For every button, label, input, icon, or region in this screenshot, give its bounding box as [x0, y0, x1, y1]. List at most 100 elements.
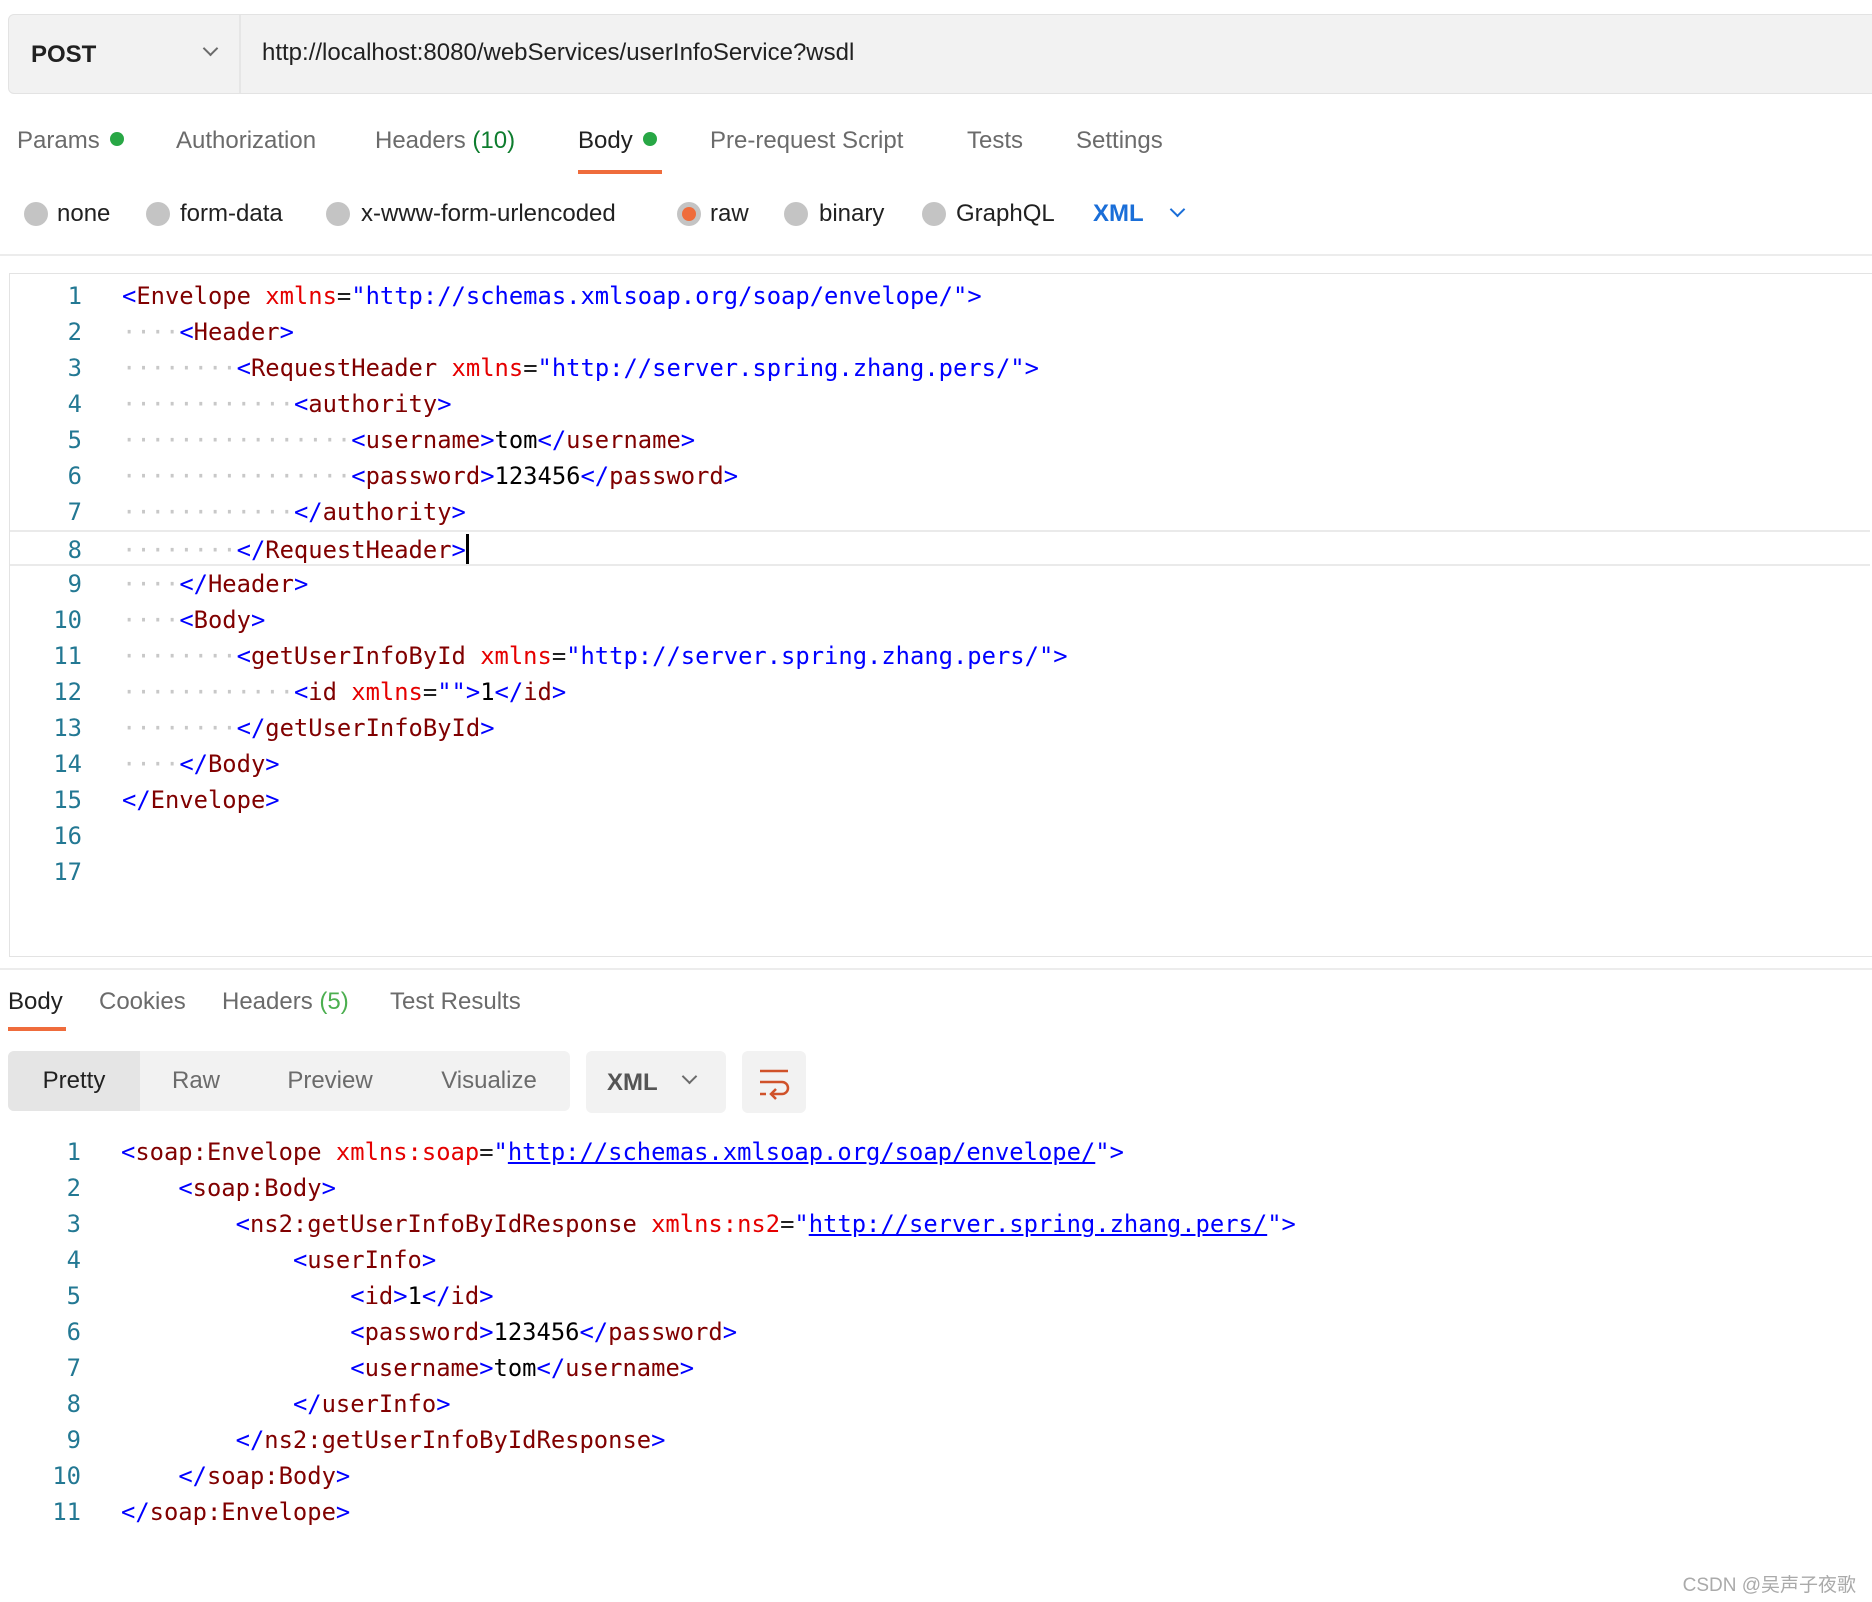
line-number: 9 — [66, 1426, 81, 1454]
view-pretty-button[interactable]: Pretty — [8, 1051, 140, 1111]
link[interactable]: http://schemas.xmlsoap.org/soap/envelope… — [508, 1138, 1095, 1166]
token: password — [609, 462, 724, 490]
tab-label: Test Results — [390, 988, 521, 1015]
line-number: 7 — [66, 1354, 81, 1382]
token: </ — [579, 1318, 609, 1346]
response-format-select[interactable]: XML — [586, 1051, 726, 1113]
radio-label-x-www-form-urlencoded[interactable]: x-www-form-urlencoded — [361, 200, 616, 228]
token: tom — [494, 426, 538, 454]
indent-guide — [121, 1354, 350, 1382]
line-content: ············<authority> — [122, 386, 452, 422]
code-line: 11 ········<getUserInfoById xmlns="http:/… — [10, 638, 1872, 674]
token: > — [1281, 1210, 1296, 1238]
code-line: 2 <soap:Body> — [9, 1170, 1869, 1206]
code-line: 5 <id>1</id> — [9, 1278, 1869, 1314]
line-number: 8 — [67, 536, 82, 564]
wrap-lines-icon — [760, 1069, 790, 1100]
token: < — [350, 1318, 365, 1346]
method-label: POST — [31, 41, 97, 68]
watermark: CSDN @吴声子夜歌 — [1682, 1575, 1856, 1596]
token: " — [1267, 1210, 1282, 1238]
code-line: 7 ············</authority> — [10, 494, 1872, 530]
token: < — [121, 1138, 136, 1166]
radio-label-binary[interactable]: binary — [819, 200, 884, 228]
divider — [0, 254, 1872, 256]
line-content: ············<id xmlns="">1</id> — [122, 674, 566, 710]
line-number: 15 — [53, 786, 82, 814]
token: " — [1095, 1138, 1110, 1166]
format-label: XML — [607, 1069, 658, 1096]
active-tab-underline — [578, 170, 662, 174]
token: userInfo — [307, 1246, 422, 1274]
token: > — [480, 462, 495, 490]
code-line: 3 ········<RequestHeader xmlns="http://se… — [10, 350, 1872, 386]
code-line: 3 <ns2:getUserInfoByIdResponse xmlns:ns2… — [9, 1206, 1869, 1242]
tab-label: Params — [17, 127, 100, 154]
token: Body — [193, 606, 251, 634]
token: </ — [421, 1282, 451, 1310]
token: " — [794, 1210, 809, 1238]
tab-label: Headers — [375, 127, 466, 154]
token: > — [1024, 354, 1039, 382]
code-line: 5 ················<username>tom</username… — [10, 422, 1872, 458]
tab-settings[interactable]: Settings — [1076, 127, 1163, 155]
tab-pre-request-script[interactable]: Pre-request Script — [710, 127, 903, 155]
divider — [0, 968, 1872, 970]
view-raw-button[interactable]: Raw — [140, 1051, 252, 1111]
language-select[interactable]: XML — [1093, 200, 1144, 228]
indent-guide: ················ — [122, 462, 352, 490]
tab-headers[interactable]: Headers (10) — [375, 127, 515, 155]
token: = — [422, 678, 438, 706]
indent-guide: ············ — [122, 498, 294, 526]
code-line: 14 ····</Body> — [10, 746, 1872, 782]
token: xmlns:ns2 — [651, 1210, 781, 1238]
code-line: 1 <soap:Envelope xmlns:soap="http://schem… — [9, 1134, 1869, 1170]
response-tab-body[interactable]: Body — [8, 988, 63, 1016]
token: </ — [179, 750, 208, 778]
tab-params[interactable]: Params — [17, 127, 124, 155]
tab-body[interactable]: Body — [578, 127, 657, 155]
line-content: ················<username>tom</username> — [122, 422, 695, 458]
radio-label-GraphQL[interactable]: GraphQL — [956, 200, 1055, 228]
radio-form-data[interactable] — [146, 202, 170, 226]
token: id — [523, 678, 552, 706]
wrap-lines-button[interactable] — [742, 1051, 806, 1113]
indent-guide — [121, 1282, 350, 1310]
tab-tests[interactable]: Tests — [967, 127, 1023, 155]
response-tab-headers[interactable]: Headers (5) — [222, 988, 349, 1016]
method-select[interactable]: POST — [9, 15, 241, 93]
radio-label-form-data[interactable]: form-data — [180, 200, 283, 228]
token: </ — [293, 498, 323, 526]
token: </ — [292, 1390, 322, 1418]
radio-label-raw[interactable]: raw — [710, 200, 749, 228]
line-content: ····</Header> — [122, 566, 308, 602]
radio-none[interactable] — [24, 202, 48, 226]
chevron-down-icon[interactable] — [1169, 201, 1186, 218]
token: < — [235, 1210, 250, 1238]
response-tab-test-results[interactable]: Test Results — [390, 988, 521, 1016]
token: "" — [437, 678, 466, 706]
request-body-editor[interactable]: 1 <Envelope xmlns="http://schemas.xmlsoap… — [9, 273, 1872, 957]
radio-binary[interactable] — [784, 202, 808, 226]
token: < — [292, 1246, 308, 1274]
code-line: 8 ········</RequestHeader> — [10, 530, 1870, 566]
response-body-viewer[interactable]: 1 <soap:Envelope xmlns:soap="http://schem… — [9, 1134, 1869, 1530]
radio-label-none[interactable]: none — [57, 200, 110, 228]
radio-GraphQL[interactable] — [922, 202, 946, 226]
url-input[interactable]: http://localhost:8080/webServices/userIn… — [262, 39, 854, 67]
token: xmlns — [451, 354, 524, 382]
view-visualize-button[interactable]: Visualize — [408, 1051, 570, 1111]
token: </ — [537, 426, 567, 454]
radio-raw[interactable] — [677, 202, 701, 226]
token: > — [451, 536, 466, 564]
view-preview-button[interactable]: Preview — [252, 1051, 408, 1111]
response-tab-cookies[interactable]: Cookies — [99, 988, 186, 1016]
radio-x-www-form-urlencoded[interactable] — [326, 202, 350, 226]
indent-guide: ···· — [122, 750, 180, 778]
token: soap:Envelope — [149, 1498, 336, 1526]
line-number: 2 — [66, 1174, 81, 1202]
tab-authorization[interactable]: Authorization — [176, 127, 316, 155]
link[interactable]: http://server.spring.zhang.pers/ — [809, 1210, 1267, 1238]
